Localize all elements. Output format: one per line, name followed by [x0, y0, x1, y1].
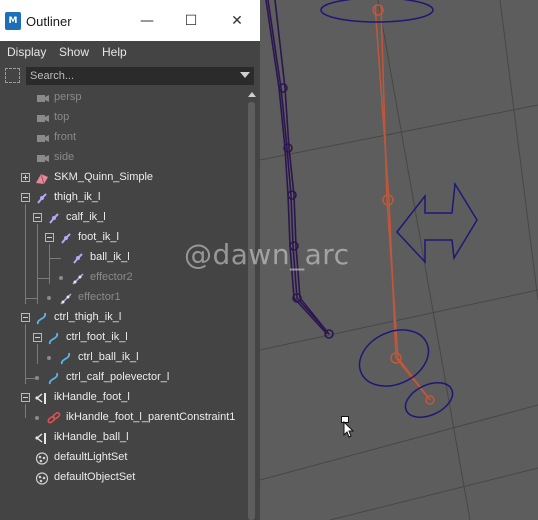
- title-bar[interactable]: M Outliner — ☐ ✕: [0, 0, 260, 41]
- curve-icon: [48, 332, 59, 345]
- tree-item-side[interactable]: side: [0, 148, 245, 168]
- outliner-tree: persp top front side SKM_Quinn_Simple th…: [0, 88, 245, 520]
- joint-icon: [73, 253, 83, 264]
- camera-icon: [37, 115, 49, 122]
- tree-item-label: ctrl_thigh_ik_l: [54, 311, 122, 323]
- tree-item-label: front: [54, 131, 77, 143]
- tree-item-label: effector2: [90, 271, 133, 283]
- close-button[interactable]: ✕: [222, 8, 252, 34]
- mesh-icon: [36, 173, 48, 185]
- scroll-up-arrow-icon[interactable]: [248, 92, 256, 97]
- tree-item-calf-ik-l[interactable]: calf_ik_l: [0, 208, 245, 228]
- ik-handle-icon: [35, 433, 46, 444]
- watermark-text: @dawn_arc: [184, 238, 350, 271]
- tree-item-label: SKM_Quinn_Simple: [54, 171, 154, 183]
- tree-item-label: ikHandle_foot_l_parentConstraint1: [66, 411, 236, 423]
- search-input[interactable]: [26, 67, 254, 85]
- menu-display[interactable]: Display: [7, 45, 46, 59]
- ik-handle-icon: [35, 393, 46, 404]
- tree-item-label: ctrl_foot_ik_l: [66, 331, 128, 343]
- tree-item-persp[interactable]: persp: [0, 88, 245, 108]
- scrollbar-thumb[interactable]: [248, 102, 255, 520]
- curve-icon: [48, 372, 59, 385]
- maximize-button[interactable]: ☐: [176, 8, 206, 34]
- search-dropdown-icon[interactable]: [240, 72, 250, 78]
- tree-item-label: persp: [54, 91, 82, 103]
- collapse-toggle[interactable]: [21, 193, 30, 202]
- effector-icon: [72, 273, 84, 285]
- set-icon: [35, 452, 49, 465]
- menu-bar: Display Show Help: [0, 41, 260, 63]
- tree-item-label: ikHandle_foot_l: [54, 391, 130, 403]
- tree-item-top[interactable]: top: [0, 108, 245, 128]
- collapse-toggle[interactable]: [45, 233, 54, 242]
- tree-item-ikhandle-foot-l[interactable]: ikHandle_foot_l: [0, 388, 245, 408]
- filter-icon[interactable]: [5, 68, 20, 83]
- tree-item-defaultlightset[interactable]: defaultLightSet: [0, 448, 245, 468]
- tree-item-label: calf_ik_l: [66, 211, 106, 223]
- curve-icon: [60, 352, 71, 365]
- tree-item-label: effector1: [78, 291, 121, 303]
- mouse-cursor-icon: [341, 416, 355, 438]
- tree-item-thigh-ik-l[interactable]: thigh_ik_l: [0, 188, 245, 208]
- tree-item-label: foot_ik_l: [78, 231, 119, 243]
- tree-item-label: thigh_ik_l: [54, 191, 101, 203]
- tree-item-label: defaultLightSet: [54, 451, 128, 463]
- tree-item-ikhandle-ball-l[interactable]: ikHandle_ball_l: [0, 428, 245, 448]
- window-title: Outliner: [26, 14, 72, 29]
- tree-item-ikhandle-foot-l-parentconstraint1[interactable]: ikHandle_foot_l_parentConstraint1: [0, 408, 245, 428]
- tree-item-label: ctrl_calf_polevector_l: [66, 371, 170, 383]
- joint-icon: [49, 213, 59, 224]
- tree-item-label: defaultObjectSet: [54, 471, 136, 483]
- tree-item-label: ctrl_ball_ik_l: [78, 351, 139, 363]
- effector-icon: [60, 293, 72, 305]
- collapse-toggle[interactable]: [21, 393, 30, 402]
- tree-item-effector1[interactable]: effector1: [0, 288, 245, 308]
- tree-item-effector2[interactable]: effector2: [0, 268, 245, 288]
- tree-item-front[interactable]: front: [0, 128, 245, 148]
- tree-item-label: ball_ik_l: [90, 251, 130, 263]
- collapse-toggle[interactable]: [33, 333, 42, 342]
- tree-item-label: ikHandle_ball_l: [54, 431, 129, 443]
- curve-icon: [36, 312, 47, 325]
- camera-icon: [37, 95, 49, 102]
- tree-item-label: side: [54, 151, 75, 163]
- tree-item-ctrl-thigh-ik-l[interactable]: ctrl_thigh_ik_l: [0, 308, 245, 328]
- maya-app-icon: M: [5, 12, 21, 30]
- tree-item-label: top: [54, 111, 70, 123]
- camera-icon: [37, 155, 49, 162]
- set-icon: [35, 472, 49, 485]
- collapse-toggle[interactable]: [33, 213, 42, 222]
- menu-show[interactable]: Show: [59, 45, 89, 59]
- tree-item-defaultobjectset[interactable]: defaultObjectSet: [0, 468, 245, 488]
- joint-icon: [61, 233, 71, 244]
- collapse-toggle[interactable]: [21, 313, 30, 322]
- tree-item-ctrl-calf-polevector-l[interactable]: ctrl_calf_polevector_l: [0, 368, 245, 388]
- constraint-icon: [47, 412, 61, 424]
- tree-item-ctrl-ball-ik-l[interactable]: ctrl_ball_ik_l: [0, 348, 245, 368]
- expand-toggle[interactable]: [21, 173, 30, 182]
- joint-icon: [37, 193, 47, 204]
- minimize-button[interactable]: —: [132, 8, 162, 34]
- menu-help[interactable]: Help: [102, 45, 127, 59]
- camera-icon: [37, 135, 49, 142]
- tree-item-skm-quinn-simple[interactable]: SKM_Quinn_Simple: [0, 168, 245, 188]
- tree-item-ctrl-foot-ik-l[interactable]: ctrl_foot_ik_l: [0, 328, 245, 348]
